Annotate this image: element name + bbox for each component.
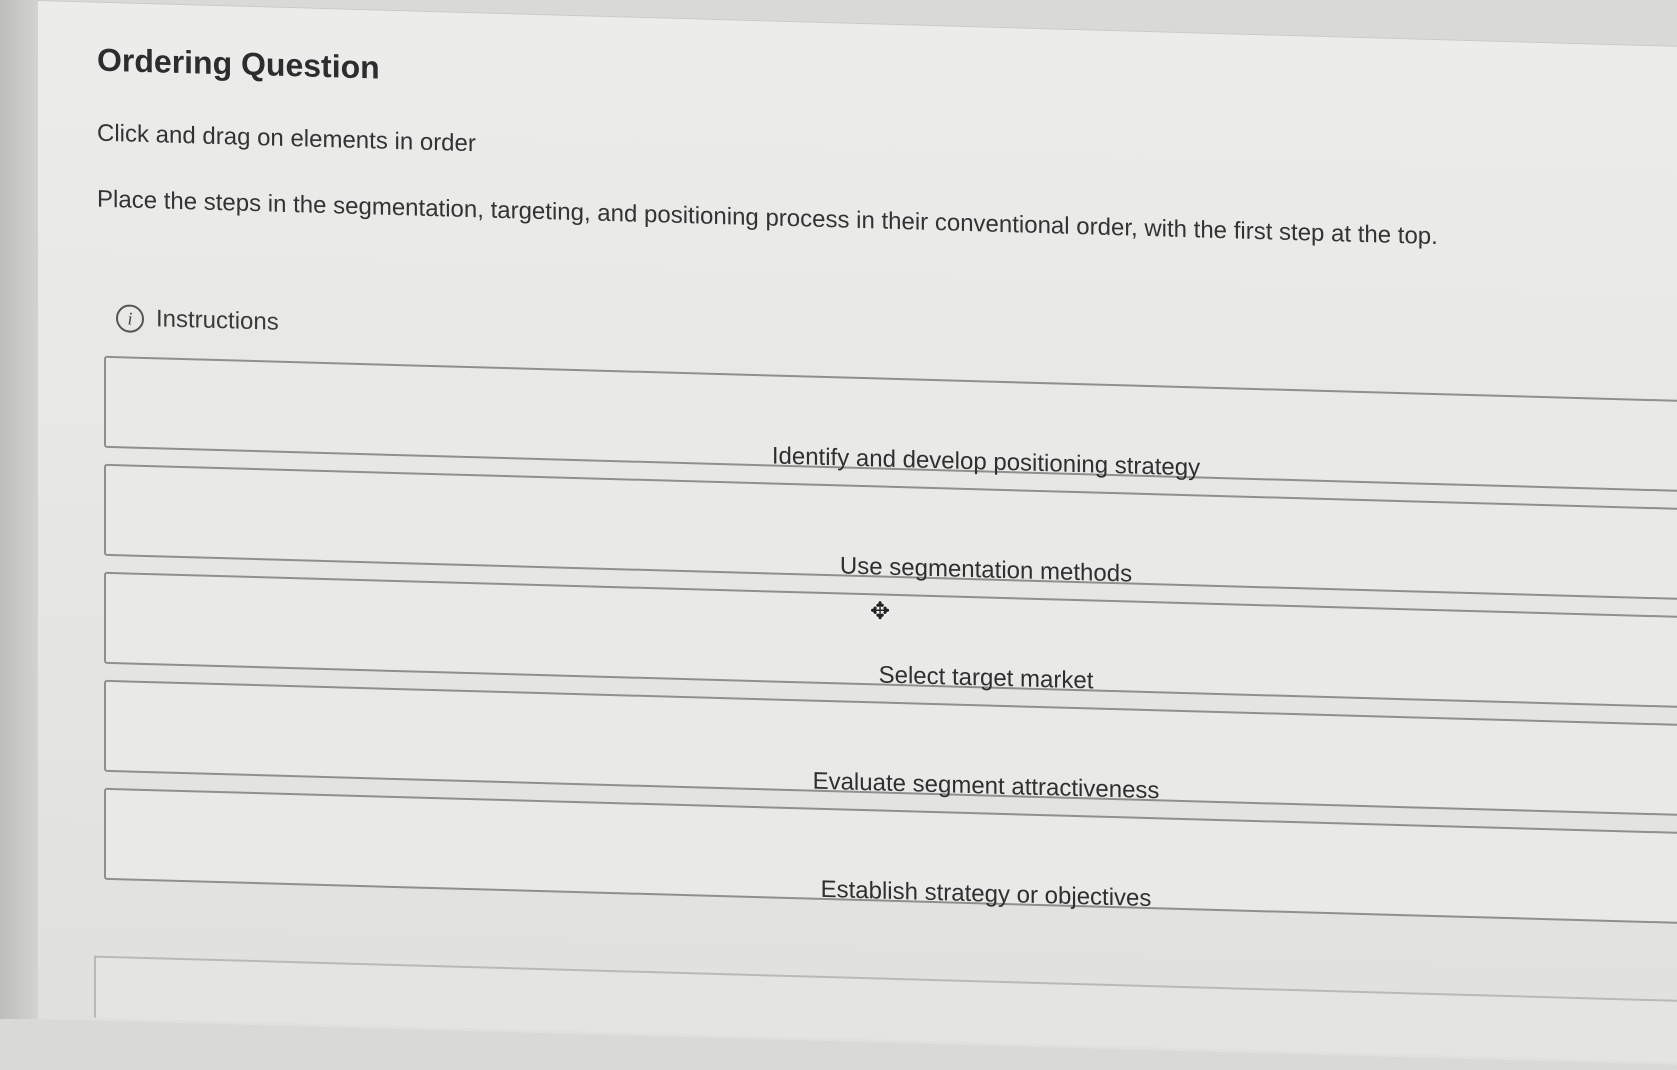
question-subtitle: Click and drag on elements in order	[97, 119, 476, 158]
instructions-label: Instructions	[156, 305, 279, 336]
info-icon: i	[116, 304, 144, 333]
top-divider	[38, 0, 1677, 47]
move-cursor-icon: ✥	[869, 598, 891, 625]
next-section-box	[94, 955, 1677, 1063]
ordering-list: Identify and develop positioning strateg…	[104, 355, 1677, 941]
instructions-toggle[interactable]: i Instructions	[116, 304, 279, 337]
ordering-item-label: Establish strategy or objectives	[820, 875, 1152, 913]
question-prompt: Place the steps in the segmentation, tar…	[97, 185, 1438, 251]
question-page: Ordering Question Click and drag on elem…	[38, 0, 1677, 1065]
monitor-bezel	[0, 0, 40, 1019]
page-title: Ordering Question	[97, 41, 380, 86]
